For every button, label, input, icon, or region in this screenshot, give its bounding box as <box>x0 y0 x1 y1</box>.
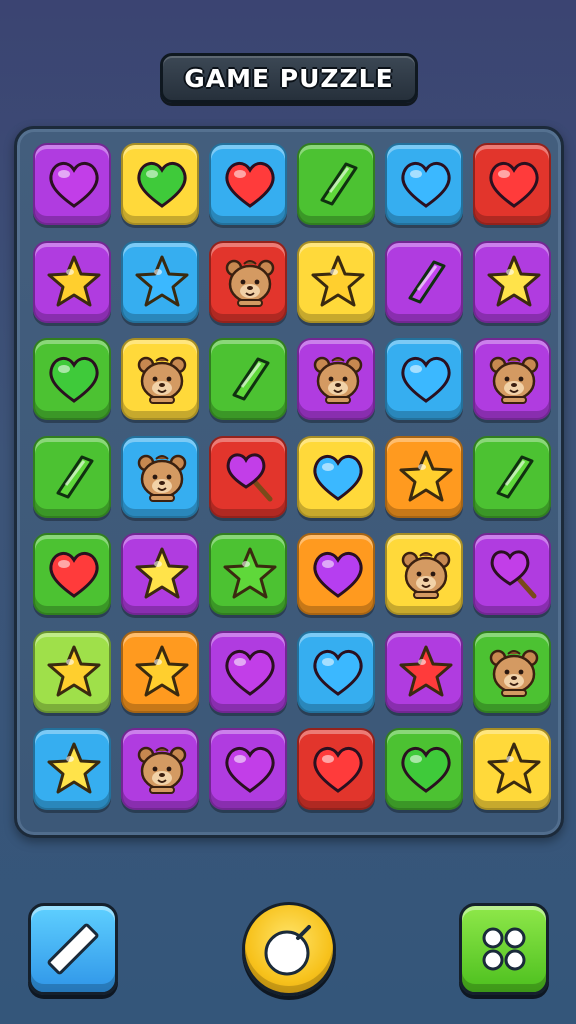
tile[interactable] <box>33 338 111 420</box>
star-icon <box>311 255 365 307</box>
bear-icon <box>137 454 187 502</box>
lollipop-icon <box>226 453 273 502</box>
bear-icon <box>137 746 187 794</box>
gem-icon <box>56 455 94 499</box>
star-icon <box>135 547 189 599</box>
tile[interactable] <box>385 143 463 225</box>
tile[interactable] <box>121 143 199 225</box>
tile[interactable] <box>33 241 111 323</box>
tile[interactable] <box>209 143 287 225</box>
tile[interactable] <box>385 338 463 420</box>
star-icon <box>399 450 453 502</box>
menu-button[interactable] <box>459 903 549 995</box>
star-icon <box>399 645 453 697</box>
heart-icon <box>49 357 99 403</box>
heart-icon <box>401 357 451 403</box>
tile[interactable] <box>473 338 551 420</box>
tile[interactable] <box>297 533 375 615</box>
tile[interactable] <box>385 728 463 810</box>
tile[interactable] <box>297 241 375 323</box>
star-icon <box>135 255 189 307</box>
tile[interactable] <box>121 241 199 323</box>
tile[interactable] <box>209 241 287 323</box>
bear-icon <box>489 356 539 404</box>
star-icon <box>47 742 101 794</box>
bear-icon <box>489 649 539 697</box>
pencil-icon <box>47 923 99 975</box>
bear-icon <box>313 356 363 404</box>
heart-icon <box>489 162 539 208</box>
tile[interactable] <box>209 338 287 420</box>
gem-icon <box>232 357 270 401</box>
bear-icon <box>225 259 275 307</box>
tile[interactable] <box>385 436 463 518</box>
tile[interactable] <box>473 533 551 615</box>
star-icon <box>223 547 277 599</box>
heart-icon <box>225 747 275 793</box>
star-icon <box>47 255 101 307</box>
tile[interactable] <box>473 143 551 225</box>
gem-icon <box>496 455 534 499</box>
tile[interactable] <box>297 631 375 713</box>
heart-icon <box>313 552 363 598</box>
tile[interactable] <box>33 533 111 615</box>
tile[interactable] <box>209 436 287 518</box>
tile[interactable] <box>385 241 463 323</box>
heart-icon <box>137 162 187 208</box>
pencil-button[interactable] <box>28 903 118 995</box>
heart-icon <box>49 552 99 598</box>
page-title: GAME PUZZLE <box>184 63 394 93</box>
tile[interactable] <box>297 338 375 420</box>
tile[interactable] <box>121 533 199 615</box>
tile[interactable] <box>473 728 551 810</box>
tile[interactable] <box>473 241 551 323</box>
star-icon <box>47 645 101 697</box>
menu-dots-icon <box>482 927 526 971</box>
tile[interactable] <box>209 728 287 810</box>
heart-icon <box>313 747 363 793</box>
tile[interactable] <box>33 728 111 810</box>
tile[interactable] <box>385 631 463 713</box>
hint-button[interactable] <box>242 902 336 996</box>
heart-icon <box>225 162 275 208</box>
heart-icon <box>49 162 99 208</box>
tile[interactable] <box>297 728 375 810</box>
gem-icon <box>408 260 446 304</box>
heart-icon <box>313 650 363 696</box>
bear-icon <box>401 551 451 599</box>
tile[interactable] <box>121 631 199 713</box>
heart-icon <box>313 455 363 501</box>
tile[interactable] <box>33 143 111 225</box>
tile[interactable] <box>121 338 199 420</box>
tile[interactable] <box>473 436 551 518</box>
heart-icon <box>225 650 275 696</box>
hint-icon <box>264 925 311 976</box>
tile[interactable] <box>473 631 551 713</box>
title-banner: GAME PUZZLE <box>160 53 418 103</box>
bear-icon <box>137 356 187 404</box>
heart-icon <box>401 162 451 208</box>
star-icon <box>487 742 541 794</box>
tile[interactable] <box>297 436 375 518</box>
heart-icon <box>401 747 451 793</box>
star-icon <box>487 255 541 307</box>
tile[interactable] <box>33 436 111 518</box>
star-icon <box>135 645 189 697</box>
tile[interactable] <box>297 143 375 225</box>
tile[interactable] <box>121 436 199 518</box>
tile[interactable] <box>121 728 199 810</box>
tile[interactable] <box>209 631 287 713</box>
lollipop-icon <box>490 550 537 599</box>
tile[interactable] <box>209 533 287 615</box>
game-board <box>14 126 564 838</box>
tile-grid <box>33 143 553 823</box>
tile[interactable] <box>33 631 111 713</box>
tile[interactable] <box>385 533 463 615</box>
gem-icon <box>320 162 358 206</box>
